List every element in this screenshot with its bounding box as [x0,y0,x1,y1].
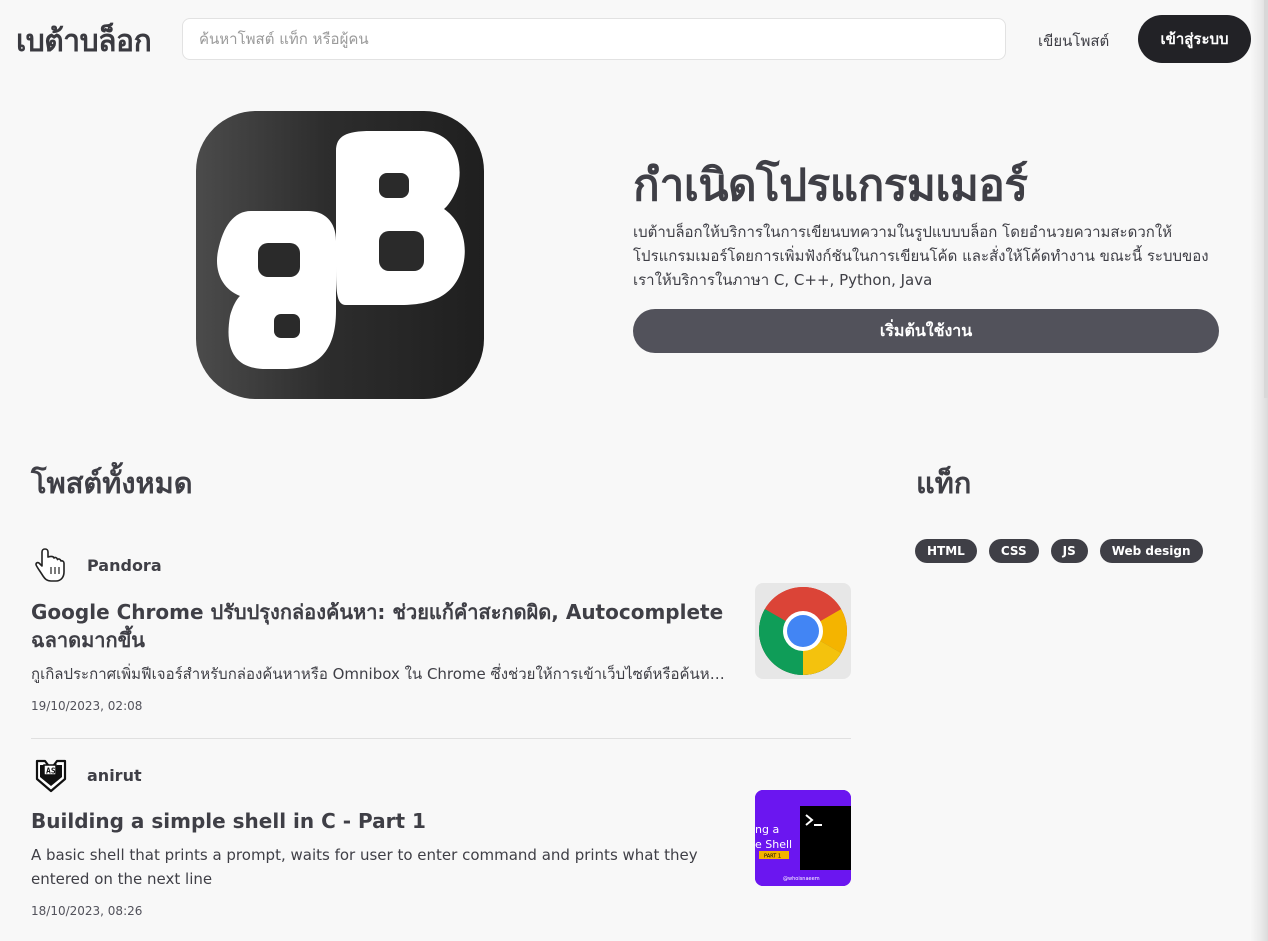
post-card[interactable]: AS anirut Building a simple shell in C -… [31,755,851,941]
login-button[interactable]: เข้าสู่ระบบ [1138,15,1251,63]
svg-text:AS: AS [46,767,56,776]
tag-html[interactable]: HTML [915,539,977,563]
posts-section-title: โพสต์ทั้งหมด [31,466,193,500]
terminal-icon[interactable]: ng a e Shell PART 1 @whoisnaeem [755,790,851,886]
post-card[interactable]: Pandora Google Chrome ปรับปรุงกล่องค้นหา… [31,545,851,739]
tag-js[interactable]: JS [1050,539,1088,563]
get-started-button[interactable]: เริ่มต้นใช้งาน [633,309,1219,353]
navbar: เบต้าบล็อก เขียนโพสต์ เข้าสู่ระบบ [0,0,1268,80]
tag-web-design[interactable]: Web design [1099,539,1203,563]
search-input[interactable] [182,18,1006,60]
post-author[interactable]: Pandora [87,556,162,575]
shield-logo-icon: AS [31,755,71,795]
post-excerpt: กูเกิลประกาศเพิ่มฟีเจอร์สำหรับกล่องค้นหา… [31,665,731,683]
post-date: 18/10/2023, 08:26 [31,904,143,918]
post-excerpt: A basic shell that prints a prompt, wait… [31,846,698,888]
write-post-link[interactable]: เขียนโพสต์ [1038,29,1109,53]
thumb-text: e Shell [755,838,792,851]
bb-logo-icon [196,111,484,399]
post-date: 19/10/2023, 02:08 [31,699,143,713]
brand-logo-text[interactable]: เบต้าบล็อก [16,18,152,65]
post-title[interactable]: Google Chrome ปรับปรุงกล่องค้นหา: ช่วยแก… [31,598,731,654]
thumb-text: PART 1 [764,854,781,860]
tag-css[interactable]: CSS [988,539,1039,563]
tags-section-title: แท็ก [916,466,972,500]
hero-title: กำเนิดโปรแกรมเมอร์ [633,160,1028,211]
chrome-logo-icon[interactable] [755,583,851,679]
hand-pointer-icon [31,545,71,585]
post-title[interactable]: Building a simple shell in C - Part 1 [31,807,731,835]
tag-list: HTML CSS JS Web design [915,539,1203,563]
thumb-text: @whoisnaeem [783,876,820,882]
post-author[interactable]: anirut [87,766,142,785]
hero-description: เบต้าบล็อกให้บริการในการเขียนบทความในรูป… [633,223,1209,289]
thumb-text: ng a [755,823,779,836]
